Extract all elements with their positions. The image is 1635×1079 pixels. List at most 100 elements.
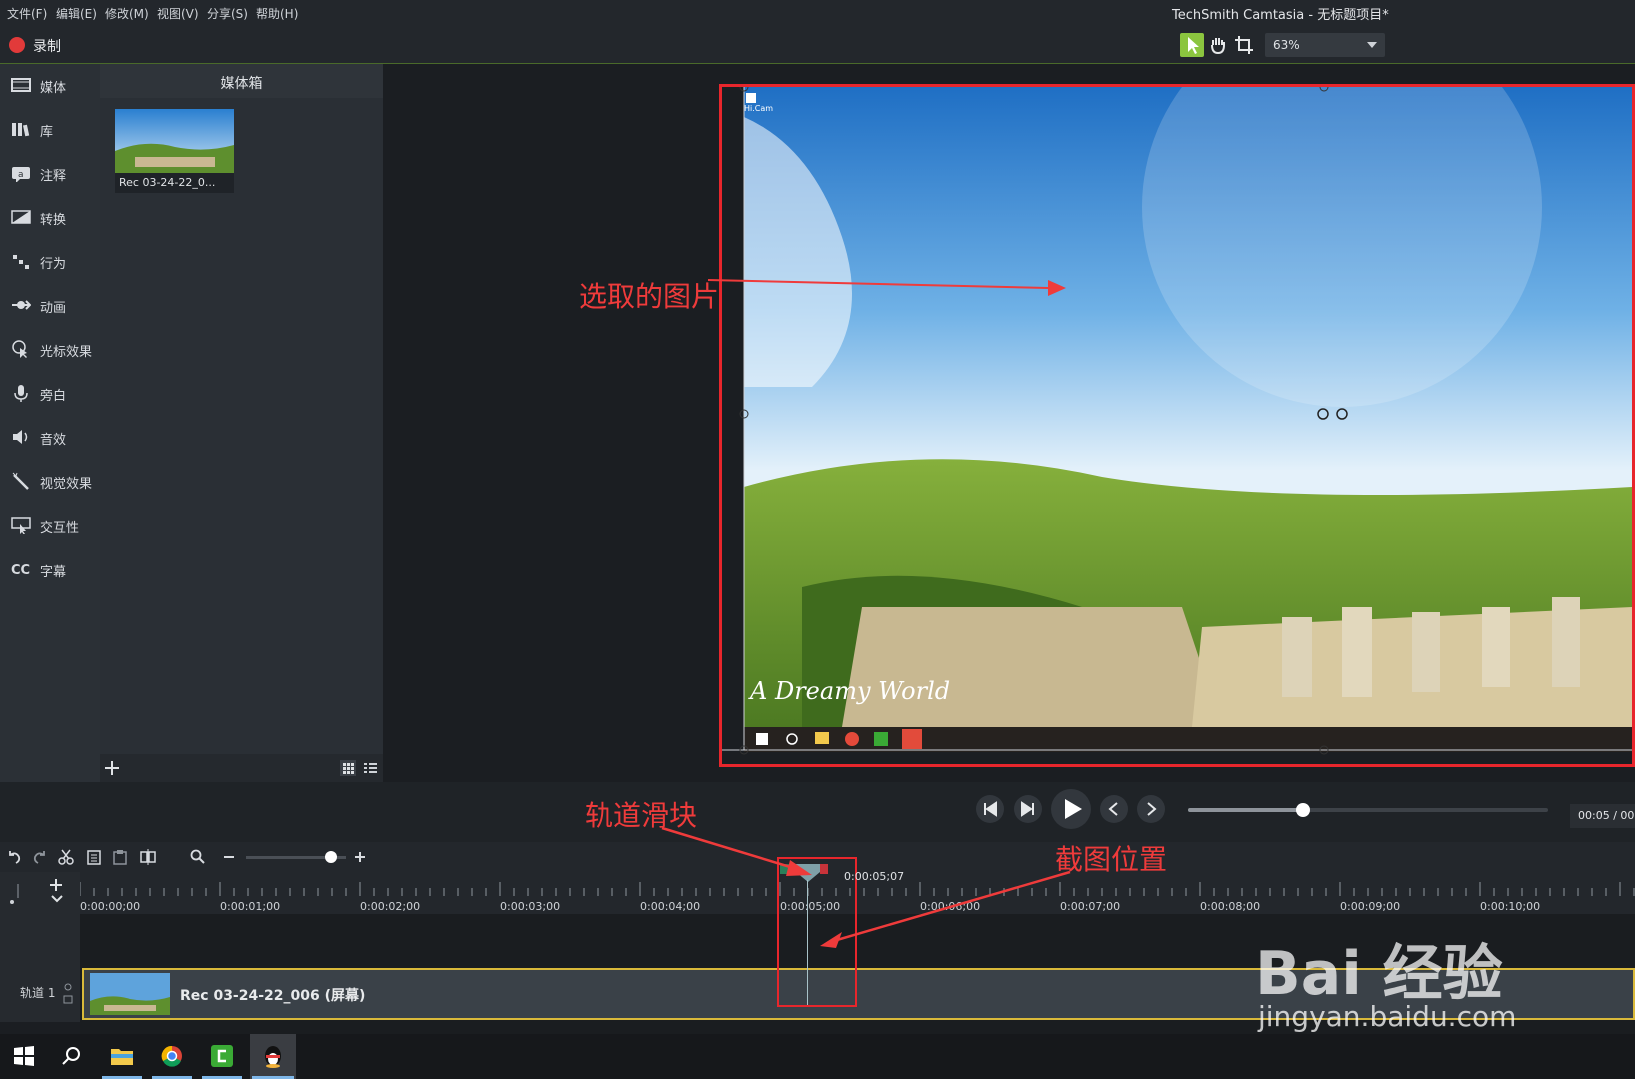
playback-controls: 00:05 / 00: xyxy=(0,782,1635,842)
wallpaper-text: A Dreamy World xyxy=(748,677,950,705)
sidebar-item-media[interactable]: 媒体 xyxy=(0,66,100,106)
svg-text:CC: CC xyxy=(11,563,30,578)
camtasia-recorder-icon xyxy=(902,729,922,749)
menu-view[interactable]: 视图(V) xyxy=(157,5,199,22)
pan-tool-button[interactable] xyxy=(1206,33,1230,57)
record-button[interactable]: 录制 xyxy=(0,25,80,63)
library-icon xyxy=(12,123,30,137)
chevron-down-icon[interactable] xyxy=(50,894,64,904)
sidebar-item-label: 旁白 xyxy=(40,389,67,404)
sidebar-item-narration[interactable]: 旁白 xyxy=(0,374,100,414)
menu-share[interactable]: 分享(S) xyxy=(207,5,248,22)
app-title: TechSmith Camtasia - 无标题项目* xyxy=(1172,8,1389,23)
taskbar-camtasia[interactable] xyxy=(200,1034,244,1079)
wand-icon xyxy=(12,472,29,490)
playhead[interactable] xyxy=(777,857,857,1022)
tick-label: 0:00:08;00 xyxy=(1200,900,1261,913)
qq-penguin-icon xyxy=(265,1046,281,1068)
playback-progress-track[interactable] xyxy=(1188,803,1548,817)
folder-icon xyxy=(111,1049,133,1065)
sidebar-item-cursor-effects[interactable]: 光标效果 xyxy=(0,330,100,370)
zoom-icon[interactable] xyxy=(190,849,206,865)
search-icon[interactable] xyxy=(62,1046,82,1066)
tick-label: 0:00:06;00 xyxy=(920,900,981,913)
add-track-icon[interactable] xyxy=(48,878,64,892)
next-marker-button[interactable] xyxy=(1136,794,1166,824)
windows-start-icon xyxy=(756,733,768,745)
sidebar-item-transitions[interactable]: 转换 xyxy=(0,198,100,238)
undo-icon[interactable] xyxy=(6,849,22,865)
sidebar-item-label: 注释 xyxy=(40,169,67,184)
add-media-button[interactable] xyxy=(104,760,120,776)
split-icon[interactable] xyxy=(140,849,156,865)
sidebar-item-interactivity[interactable]: 交互性 xyxy=(0,506,100,546)
desktop-icon-label: Hi.Cam xyxy=(744,104,773,113)
menu-edit[interactable]: 编辑(E) xyxy=(56,5,97,22)
record-label: 录制 xyxy=(33,39,61,55)
preview-canvas[interactable]: A Dreamy World Hi.Cam xyxy=(719,7,1635,767)
animation-icon xyxy=(12,300,31,310)
crop-icon xyxy=(1235,36,1253,54)
redo-icon[interactable] xyxy=(32,849,48,865)
menu-help[interactable]: 帮助(H) xyxy=(256,5,298,22)
transition-icon xyxy=(11,210,31,224)
playhead-handle-icon[interactable] xyxy=(796,864,820,882)
menu-file[interactable]: 文件(F) xyxy=(7,5,47,22)
windows-start-icon[interactable] xyxy=(14,1046,34,1066)
folder-icon xyxy=(815,732,829,744)
menu-modify[interactable]: 修改(M) xyxy=(105,5,149,22)
media-bin-header: 媒体箱 xyxy=(100,64,383,98)
sidebar-item-behaviors[interactable]: 行为 xyxy=(0,242,100,282)
media-thumbnail xyxy=(115,109,234,173)
step-back-button[interactable] xyxy=(975,794,1005,824)
clip-label: Rec 03-24-22_006 (屏幕) xyxy=(180,988,366,1004)
timeline-zoom-slider[interactable] xyxy=(246,851,346,863)
tick-label: 0:00:09;00 xyxy=(1340,900,1401,913)
sidebar-item-audio-effects[interactable]: 音效 xyxy=(0,418,100,458)
tick-label: 0:00:00;00 xyxy=(80,900,141,913)
selection-end-marker[interactable] xyxy=(820,864,828,874)
selected-image[interactable]: A Dreamy World Hi.Cam xyxy=(722,7,1632,764)
zoom-select[interactable]: 63% xyxy=(1265,33,1385,57)
hand-icon xyxy=(1211,38,1225,55)
svg-text:a: a xyxy=(18,170,24,180)
cut-icon[interactable] xyxy=(58,849,74,865)
sidebar-item-library[interactable]: 库 xyxy=(0,110,100,150)
step-forward-button[interactable] xyxy=(1013,794,1043,824)
play-button[interactable] xyxy=(1050,788,1092,830)
taskbar-chrome[interactable] xyxy=(150,1034,194,1079)
sidebar-item-label: 字幕 xyxy=(40,565,67,580)
zoom-in-icon[interactable] xyxy=(352,849,368,865)
sidebar-item-annotations[interactable]: a 注释 xyxy=(0,154,100,194)
sidebar-item-captions[interactable]: CC 字幕 xyxy=(0,550,100,590)
sidebar-item-animations[interactable]: 动画 xyxy=(0,286,100,326)
media-bin-panel: 媒体箱 Rec 03-24-22_0... xyxy=(100,64,383,782)
sidebar: 媒体 库 a 注释 转换 行为 动画 光标效果 旁白 音效 视觉效果 交互性 C… xyxy=(0,64,100,782)
playback-progress-fill xyxy=(1188,808,1304,812)
previous-marker-button[interactable] xyxy=(1099,794,1129,824)
taskbar-qq[interactable] xyxy=(250,1034,296,1079)
track-visibility-icon[interactable] xyxy=(62,982,74,1006)
playback-progress-handle[interactable] xyxy=(1296,803,1311,817)
grid-view-icon[interactable] xyxy=(340,760,356,776)
windows-taskbar xyxy=(0,1034,1635,1079)
track-label: 轨道 1 xyxy=(20,986,56,1000)
sidebar-item-label: 库 xyxy=(40,125,54,140)
list-view-icon[interactable] xyxy=(362,760,378,776)
taskbar-file-explorer[interactable] xyxy=(100,1034,144,1079)
media-item[interactable]: Rec 03-24-22_0... xyxy=(115,109,234,193)
zoom-out-icon[interactable] xyxy=(221,849,237,865)
select-tool-button[interactable] xyxy=(1180,33,1204,57)
crop-tool-button[interactable] xyxy=(1232,33,1256,57)
track-header-column: 轨道 1 xyxy=(0,872,80,1022)
copy-icon[interactable] xyxy=(86,849,102,865)
paste-icon[interactable] xyxy=(112,849,128,865)
sidebar-item-visual-effects[interactable]: 视觉效果 xyxy=(0,462,100,502)
canvas-area: A Dreamy World Hi.Cam 选取的图片 xyxy=(383,7,1635,782)
timeline-zoom-handle[interactable] xyxy=(325,851,337,863)
selection-start-marker[interactable] xyxy=(780,864,796,874)
magnet-icon[interactable] xyxy=(8,880,28,906)
tick-label: 0:00:04;00 xyxy=(640,900,701,913)
media-bin-title: 媒体箱 xyxy=(220,76,263,92)
sidebar-item-label: 视觉效果 xyxy=(40,477,93,492)
